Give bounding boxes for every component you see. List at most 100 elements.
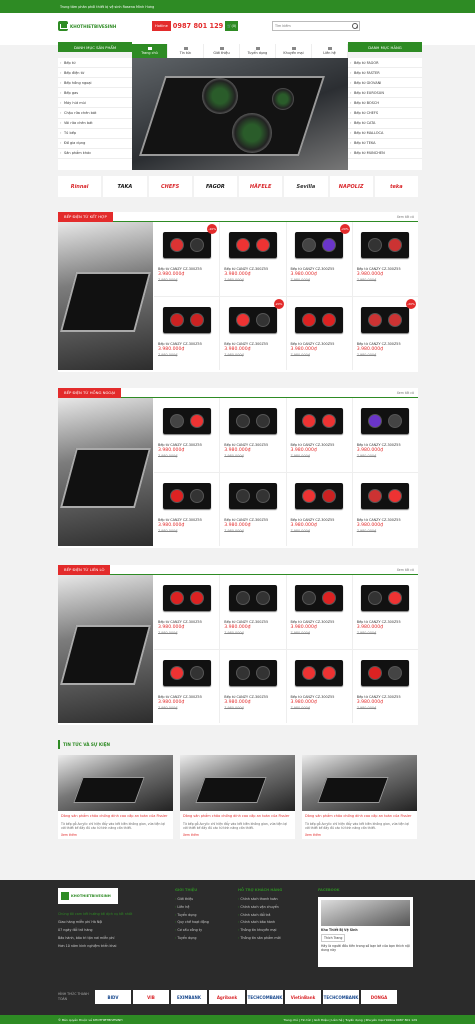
footer-link[interactable]: Liên hệ	[175, 905, 235, 909]
product-card[interactable]: Bếp từ CANZY CZ-300Z55 3.980.000₫ 7.980.00…	[220, 472, 286, 546]
section-banner[interactable]	[58, 575, 153, 723]
brand-logo[interactable]: FAGOR	[193, 176, 237, 197]
product-name[interactable]: Bếp từ CANZY CZ-300Z55	[224, 620, 281, 624]
view-all-link[interactable]: Xem tất cả	[397, 391, 418, 395]
brand-item[interactable]: Bếp từ CHEFS	[348, 108, 422, 119]
section-banner[interactable]	[58, 222, 153, 370]
product-card[interactable]: Bếp từ CANZY CZ-300Z55 3.980.000₫ 7.980.00…	[352, 222, 418, 296]
facebook-like-button[interactable]: Thích Trang	[321, 934, 346, 942]
product-name[interactable]: Bếp từ CANZY CZ-300Z55	[291, 443, 348, 447]
category-item[interactable]: Vòi rửa chén bát	[58, 119, 132, 129]
product-image[interactable]	[357, 225, 414, 265]
category-item[interactable]: Sản phẩm khác	[58, 149, 132, 159]
product-name[interactable]: Bếp từ CANZY CZ-300Z55	[224, 342, 281, 346]
logo[interactable]: KHOTHIETBIVESINH	[58, 18, 118, 34]
product-card[interactable]: Bếp từ CANZY CZ-300Z55 3.980.000₫ 7.980.00…	[286, 296, 352, 370]
footer-link[interactable]: Chính sách đổi trả	[238, 913, 313, 917]
category-item[interactable]: Bếp từ	[58, 58, 132, 69]
product-card[interactable]: Bếp từ CANZY CZ-300Z55 3.980.000₫ 7.980.00…	[286, 575, 352, 649]
product-name[interactable]: Bếp từ CANZY CZ-300Z55	[224, 518, 281, 522]
category-item[interactable]: Tủ bếp	[58, 129, 132, 139]
product-name[interactable]: Bếp từ CANZY CZ-300Z55	[158, 267, 215, 271]
product-name[interactable]: Bếp từ CANZY CZ-300Z55	[357, 267, 414, 271]
product-name[interactable]: Bếp từ CANZY CZ-300Z55	[291, 518, 348, 522]
product-image[interactable]	[291, 401, 348, 441]
product-image[interactable]	[291, 225, 348, 265]
product-card[interactable]: Bếp từ CANZY CZ-300Z55 3.980.000₫ 7.980.00…	[352, 472, 418, 546]
brand-item[interactable]: Bếp từ GIOVANI	[348, 78, 422, 89]
product-name[interactable]: Bếp từ CANZY CZ-300Z55	[291, 267, 348, 271]
product-image[interactable]	[291, 476, 348, 516]
news-card[interactable]: Dòng sản phẩm chảo chống dính cao cấp an…	[302, 755, 417, 839]
category-item[interactable]: Chậu rửa chén bát	[58, 108, 132, 119]
product-name[interactable]: Bếp từ CANZY CZ-300Z55	[357, 443, 414, 447]
brand-item[interactable]: Bếp từ FAGOR	[348, 58, 422, 69]
footer-link[interactable]: Chính sách bảo hành	[238, 920, 313, 924]
product-image[interactable]	[224, 476, 281, 516]
product-image[interactable]	[357, 578, 414, 618]
product-image[interactable]	[158, 300, 215, 340]
view-all-link[interactable]: Xem tất cả	[397, 568, 418, 572]
product-name[interactable]: Bếp từ CANZY CZ-300Z55	[158, 695, 215, 699]
product-card[interactable]: Bếp từ CANZY CZ-300Z55 3.980.000₫ 7.980.00…	[352, 398, 418, 472]
product-name[interactable]: Bếp từ CANZY CZ-300Z55	[158, 342, 215, 346]
category-item[interactable]: Đồ gia dụng	[58, 139, 132, 149]
news-card-title[interactable]: Dòng sản phẩm chảo chống dính cao cấp an…	[180, 811, 295, 822]
product-image[interactable]	[158, 476, 215, 516]
product-name[interactable]: Bếp từ CANZY CZ-300Z55	[158, 620, 215, 624]
read-more-link[interactable]: Xem thêm	[58, 831, 173, 839]
product-name[interactable]: Bếp từ CANZY CZ-300Z55	[357, 342, 414, 346]
category-item[interactable]: Máy hút mùi	[58, 98, 132, 109]
read-more-link[interactable]: Xem thêm	[302, 831, 417, 839]
nav-promotions[interactable]: Khuyến mại	[276, 44, 312, 58]
hotline-number[interactable]: 0987 801 129	[173, 22, 223, 30]
product-card[interactable]: Bếp từ CANZY CZ-300Z55 3.980.000₫ 7.980.00…	[286, 472, 352, 546]
product-card[interactable]: -20% Bếp từ CANZY CZ-300Z55 3.980.000₫ 7.98…	[220, 296, 286, 370]
product-image[interactable]	[357, 653, 414, 693]
footer-link[interactable]: Tuyển dụng	[175, 936, 235, 940]
product-image[interactable]	[224, 653, 281, 693]
product-card[interactable]: Bếp từ CANZY CZ-300Z55 3.980.000₫ 7.980.00…	[154, 575, 220, 649]
product-name[interactable]: Bếp từ CANZY CZ-300Z55	[291, 620, 348, 624]
brand-item[interactable]: Bếp từ MUNCHEN	[348, 149, 422, 159]
product-image[interactable]	[357, 476, 414, 516]
product-card[interactable]: Bếp từ CANZY CZ-300Z55 3.980.000₫ 7.980.00…	[220, 398, 286, 472]
brand-item[interactable]: Bếp từ CATA	[348, 119, 422, 129]
news-image[interactable]	[302, 755, 417, 811]
product-card[interactable]: Bếp từ CANZY CZ-300Z55 3.980.000₫ 7.980.00…	[154, 398, 220, 472]
product-name[interactable]: Bếp từ CANZY CZ-300Z55	[291, 695, 348, 699]
brand-logo[interactable]: CHEFS	[148, 176, 192, 197]
brand-logo[interactable]: Rinnai	[58, 176, 102, 197]
nav-careers[interactable]: Tuyển dụng	[240, 44, 276, 58]
product-card[interactable]: Bếp từ CANZY CZ-300Z55 3.980.000₫ 7.980.00…	[352, 649, 418, 723]
product-image[interactable]	[224, 578, 281, 618]
product-image[interactable]	[291, 578, 348, 618]
section-banner[interactable]	[58, 398, 153, 546]
brand-item[interactable]: Bếp từ TEKA	[348, 139, 422, 149]
news-card[interactable]: Dòng sản phẩm chảo chống dính cao cấp an…	[180, 755, 295, 839]
product-card[interactable]: -20% Bếp từ CANZY CZ-300Z55 3.980.000₫ 7.98…	[286, 222, 352, 296]
product-image[interactable]	[158, 653, 215, 693]
search-input[interactable]	[273, 22, 351, 30]
nav-contact[interactable]: Liên hệ	[312, 44, 348, 58]
category-item[interactable]: Bếp điện từ	[58, 68, 132, 79]
brand-logo[interactable]: NAPOLIZ	[329, 176, 373, 197]
footer-link[interactable]: Thông tin sản phẩm mới	[238, 936, 313, 940]
product-card[interactable]: Bếp từ CANZY CZ-300Z55 3.980.000₫ 7.980.00…	[352, 575, 418, 649]
footer-link[interactable]: Quy chế hoạt động	[175, 920, 235, 924]
product-name[interactable]: Bếp từ CANZY CZ-300Z55	[357, 695, 414, 699]
product-card[interactable]: -20% Bếp từ CANZY CZ-300Z55 3.980.000₫ 7.98…	[352, 296, 418, 370]
bottom-links[interactable]: Trang chủ | Tin tức | Giới thiệu | Liên …	[283, 1018, 417, 1022]
product-image[interactable]	[224, 300, 281, 340]
hero-banner[interactable]	[132, 58, 348, 170]
product-card[interactable]: Bếp từ CANZY CZ-300Z55 3.980.000₫ 7.980.00…	[154, 296, 220, 370]
footer-link[interactable]: Cơ cấu công ty	[175, 928, 235, 932]
footer-logo[interactable]: KHOTHIETBIVESINH	[58, 888, 118, 904]
footer-link[interactable]: Chính sách thanh toán	[238, 897, 313, 901]
news-card[interactable]: Dòng sản phẩm chảo chống dính cao cấp an…	[58, 755, 173, 839]
footer-link[interactable]: Thông tin khuyến mại	[238, 928, 313, 932]
view-all-link[interactable]: Xem tất cả	[397, 215, 418, 219]
product-card[interactable]: Bếp từ CANZY CZ-300Z55 3.980.000₫ 7.980.00…	[220, 222, 286, 296]
product-card[interactable]: -20% Bếp từ CANZY CZ-300Z55 3.980.000₫ 7.98…	[154, 222, 220, 296]
nav-home[interactable]: Trang chủ	[132, 44, 168, 58]
